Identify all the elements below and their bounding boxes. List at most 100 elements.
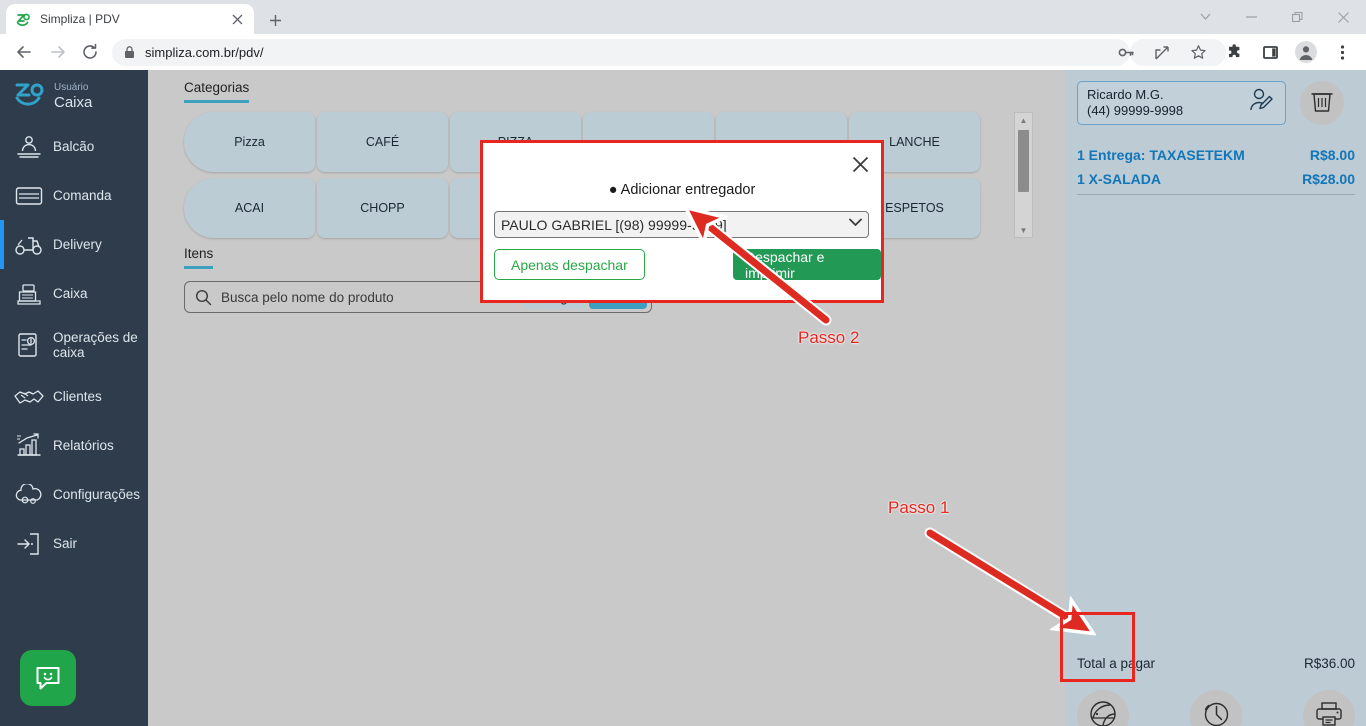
address-bar[interactable]: simpliza.com.br/pdv/: [112, 39, 1130, 66]
sidebar-user-label: Usuário: [54, 81, 89, 93]
window-controls: [1182, 0, 1366, 34]
za-logo-icon: [14, 11, 31, 28]
sidebar-item-label: Operações de caixa: [53, 330, 138, 360]
clear-order-button[interactable]: [1300, 81, 1344, 125]
sidebar-item-label: Caixa: [53, 286, 88, 301]
step1-label: Passo 1: [888, 498, 950, 517]
browser-tabstrip: Simpliza | PDV: [0, 0, 1366, 34]
gears-cloud-icon: [14, 483, 44, 506]
star-icon[interactable]: [1184, 38, 1212, 66]
exit-door-icon: [14, 532, 44, 556]
dispatch-and-print-button[interactable]: Despachar e imprimir: [733, 249, 881, 281]
sidebar-item-configuracoes[interactable]: Configurações: [0, 470, 148, 519]
browser-tab[interactable]: Simpliza | PDV: [6, 4, 254, 34]
modal-title: ● Adicionar entregador: [608, 182, 756, 198]
categories-scrollbar[interactable]: ▲ ▼: [1014, 112, 1033, 238]
trash-icon: [1311, 89, 1333, 118]
order-history-button[interactable]: [1190, 690, 1242, 726]
sidebar-item-label: Clientes: [53, 389, 102, 404]
minimize-icon[interactable]: [1228, 0, 1274, 34]
browser-toolbar: simpliza.com.br/pdv/: [0, 34, 1366, 70]
close-icon[interactable]: [228, 10, 246, 28]
sidebar-item-clientes[interactable]: Clientes: [0, 372, 148, 421]
close-icon[interactable]: [849, 153, 871, 175]
sidebar-item-label: Comanda: [53, 188, 112, 203]
cash-register-icon: [14, 282, 44, 306]
extensions-icon[interactable]: [1220, 38, 1248, 66]
back-icon[interactable]: [10, 38, 38, 66]
courier-select[interactable]: PAULO GABRIEL [(98) 99999-9999]: [494, 211, 869, 238]
order-item-desc: 1 X-SALADA: [1077, 171, 1162, 187]
sidepanel-icon[interactable]: [1256, 38, 1284, 66]
sidebar-item-operacoes-de-caixa[interactable]: Operações de caixa: [0, 318, 148, 372]
bar-chart-icon: [14, 432, 44, 459]
sidebar-item-comanda[interactable]: Comanda: [0, 171, 148, 220]
category-button[interactable]: Pizza: [184, 112, 315, 172]
reload-icon[interactable]: [76, 38, 104, 66]
customer-phone: (44) 99999-9998: [1087, 103, 1184, 118]
category-button[interactable]: CHOPP: [317, 178, 448, 238]
step2-label: Passo 2: [798, 328, 860, 347]
new-tab-button[interactable]: [262, 7, 288, 33]
sidebar-item-balcao[interactable]: Balcão: [0, 122, 148, 171]
sidebar-brand: Usuário Caixa: [0, 70, 148, 122]
categorias-heading: Categorias: [184, 80, 250, 103]
clock-history-icon: [1201, 699, 1231, 726]
card-icon: [14, 185, 44, 207]
customer-text: Ricardo M.G. (44) 99999-9998: [1087, 87, 1246, 119]
step1-highlight-box: [1060, 612, 1135, 682]
order-items-list: 1 Entrega: TAXASETEKM R$8.00 1 X-SALADA …: [1077, 145, 1355, 193]
sidebar-item-label: Balcão: [53, 139, 95, 154]
tab-title: Simpliza | PDV: [40, 12, 120, 26]
sidebar-item-delivery[interactable]: Delivery: [0, 220, 148, 269]
order-item-price: R$28.00: [1302, 171, 1355, 187]
helmet-icon: [1088, 699, 1118, 726]
printer-icon: [1315, 701, 1343, 726]
category-button[interactable]: ACAI: [184, 178, 315, 238]
sidebar-user-name: Caixa: [54, 93, 93, 111]
search-icon: [195, 289, 213, 306]
za-logo-icon: [14, 81, 46, 112]
sidebar-item-relatorios[interactable]: Relatórios: [0, 421, 148, 470]
restore-icon[interactable]: [1274, 0, 1320, 34]
order-item-row[interactable]: 1 X-SALADA R$28.00: [1077, 169, 1355, 193]
sidebar-item-label: Delivery: [53, 237, 102, 252]
order-item-desc: 1 Entrega: TAXASETEKM: [1077, 147, 1245, 163]
counter-person-icon: [14, 135, 44, 159]
user-edit-icon[interactable]: [1246, 86, 1276, 121]
sidebar-item-label: Configurações: [53, 487, 141, 502]
scrollbar-thumb[interactable]: [1018, 130, 1029, 192]
total-value: R$36.00: [1303, 656, 1355, 671]
itens-heading: Itens: [184, 246, 214, 269]
category-button[interactable]: CAFÉ: [317, 112, 448, 172]
profile-icon[interactable]: [1292, 38, 1320, 66]
sidebar: Usuário Caixa Balcão Comanda Delivery Ca…: [0, 70, 148, 726]
chevron-down-icon[interactable]: [1182, 0, 1228, 34]
page-viewport: Usuário Caixa Balcão Comanda Delivery Ca…: [0, 70, 1366, 726]
screenshot-root: Simpliza | PDV simpliza.com.br/pdv/ Usuá…: [0, 0, 1366, 726]
receipt-money-icon: [14, 332, 44, 358]
share-icon[interactable]: [1148, 38, 1176, 66]
add-courier-modal: ● Adicionar entregador PAULO GABRIEL [(9…: [480, 140, 884, 303]
scroll-down-icon[interactable]: ▼: [1015, 223, 1032, 237]
only-dispatch-button[interactable]: Apenas despachar: [494, 249, 645, 280]
customer-box[interactable]: Ricardo M.G. (44) 99999-9998: [1077, 81, 1286, 125]
order-item-price: R$8.00: [1309, 147, 1355, 163]
print-order-button[interactable]: [1303, 690, 1355, 726]
sidebar-item-label: Relatórios: [53, 438, 114, 453]
handshake-icon: [14, 387, 44, 407]
order-item-row[interactable]: 1 Entrega: TAXASETEKM R$8.00: [1077, 145, 1355, 169]
dispatch-delivery-button[interactable]: [1077, 690, 1129, 726]
chat-smiley-icon[interactable]: [20, 650, 76, 706]
customer-name: Ricardo M.G.: [1087, 87, 1164, 102]
scroll-up-icon[interactable]: ▲: [1015, 113, 1032, 127]
sidebar-item-sair[interactable]: Sair: [0, 519, 148, 568]
toolbar-icons: [1108, 38, 1360, 66]
scooter-icon: [14, 233, 44, 257]
search-input[interactable]: [213, 289, 524, 305]
key-icon[interactable]: [1112, 38, 1140, 66]
window-close-icon[interactable]: [1320, 0, 1366, 34]
forward-icon[interactable]: [44, 38, 72, 66]
menu-icon[interactable]: [1328, 38, 1356, 66]
sidebar-item-caixa[interactable]: Caixa: [0, 269, 148, 318]
